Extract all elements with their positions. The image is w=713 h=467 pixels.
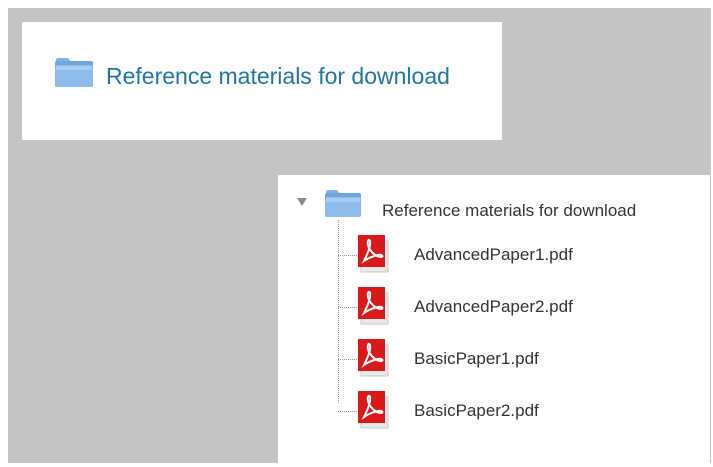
file-item[interactable]: BasicPaper2.pdf — [338, 389, 698, 429]
file-name[interactable]: AdvancedPaper1.pdf — [414, 245, 573, 265]
file-name[interactable]: AdvancedPaper2.pdf — [414, 297, 573, 317]
file-item[interactable]: AdvancedPaper1.pdf — [338, 233, 698, 273]
file-item[interactable]: BasicPaper1.pdf — [338, 337, 698, 377]
folder-icon[interactable] — [324, 188, 362, 218]
folder-link[interactable]: Reference materials for download — [106, 63, 450, 90]
tree-connector-line — [338, 411, 357, 412]
folder-icon[interactable] — [54, 56, 94, 88]
file-item[interactable]: AdvancedPaper2.pdf — [338, 285, 698, 325]
pdf-icon[interactable] — [358, 339, 392, 377]
file-name[interactable]: BasicPaper2.pdf — [414, 401, 539, 421]
pdf-icon[interactable] — [358, 287, 392, 325]
tree-connector-line — [338, 307, 357, 308]
tree-folder-label[interactable]: Reference materials for download — [382, 201, 636, 221]
tree-connector-line — [338, 255, 357, 256]
tree-connector-line — [338, 359, 357, 360]
file-name[interactable]: BasicPaper1.pdf — [414, 349, 539, 369]
collapse-toggle-icon[interactable] — [297, 198, 307, 206]
pdf-icon[interactable] — [358, 235, 392, 273]
folder-tree-panel: Reference materials for download Advance… — [278, 175, 710, 463]
pdf-icon[interactable] — [358, 391, 392, 429]
